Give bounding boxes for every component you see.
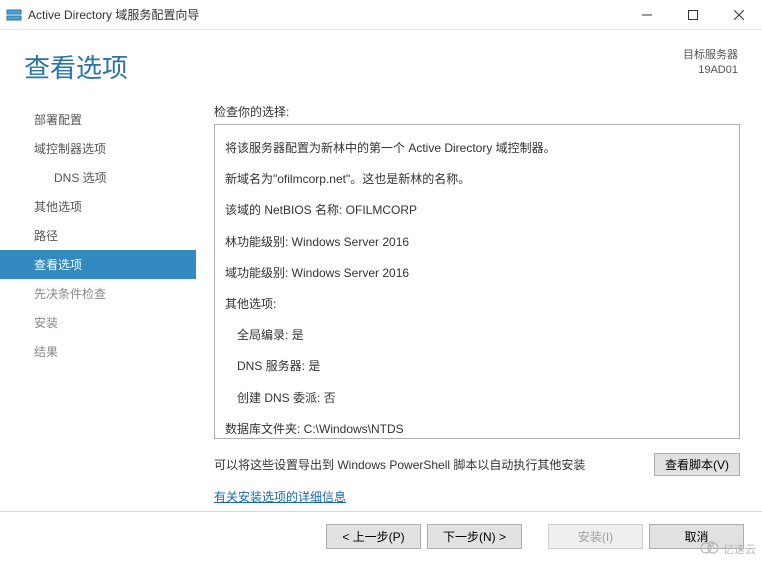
maximize-button[interactable] (670, 0, 716, 30)
header: 查看选项 目标服务器 19AD01 (0, 30, 762, 95)
minimize-button[interactable] (624, 0, 670, 30)
target-server-value: 19AD01 (683, 63, 738, 78)
sidebar-item-dns-options[interactable]: DNS 选项 (0, 163, 196, 192)
review-line: 创建 DNS 委派: 否 (225, 383, 729, 414)
close-button[interactable] (716, 0, 762, 30)
review-line: 将该服务器配置为新林中的第一个 Active Directory 域控制器。 (225, 133, 729, 164)
sidebar-item-other-options[interactable]: 其他选项 (0, 192, 196, 221)
review-line: 新域名为"ofilmcorp.net"。这也是新林的名称。 (225, 164, 729, 195)
next-button[interactable]: 下一步(N) > (427, 524, 522, 549)
sidebar-item-dc-options[interactable]: 域控制器选项 (0, 134, 196, 163)
watermark-icon (699, 540, 721, 557)
sidebar-item-deployment[interactable]: 部署配置 (0, 105, 196, 134)
review-line: 数据库文件夹: C:\Windows\NTDS (225, 414, 729, 439)
view-script-button[interactable]: 查看脚本(V) (654, 453, 740, 476)
target-server-label: 目标服务器 (683, 48, 738, 63)
review-line: 全局编录: 是 (225, 320, 729, 351)
review-label: 检查你的选择: (214, 103, 740, 120)
sidebar-item-paths[interactable]: 路径 (0, 221, 196, 250)
titlebar: Active Directory 域服务配置向导 (0, 0, 762, 30)
wizard-body: 部署配置 域控制器选项 DNS 选项 其他选项 路径 查看选项 先决条件检查 安… (0, 95, 762, 505)
review-line: 该域的 NetBIOS 名称: OFILMCORP (225, 195, 729, 226)
content-pane: 检查你的选择: 将该服务器配置为新林中的第一个 Active Directory… (196, 95, 762, 505)
sidebar-item-review[interactable]: 查看选项 (0, 250, 196, 279)
export-text: 可以将这些设置导出到 Windows PowerShell 脚本以自动执行其他安… (214, 456, 654, 473)
server-manager-icon (6, 9, 22, 21)
export-row: 可以将这些设置导出到 Windows PowerShell 脚本以自动执行其他安… (214, 439, 740, 484)
page-title: 查看选项 (24, 48, 683, 85)
window-title: Active Directory 域服务配置向导 (28, 6, 624, 23)
review-line: DNS 服务器: 是 (225, 351, 729, 382)
previous-button[interactable]: < 上一步(P) (326, 524, 421, 549)
review-line: 林功能级别: Windows Server 2016 (225, 227, 729, 258)
review-line: 域功能级别: Windows Server 2016 (225, 258, 729, 289)
sidebar-item-results: 结果 (0, 337, 196, 366)
review-line: 其他选项: (225, 289, 729, 320)
sidebar-item-install: 安装 (0, 308, 196, 337)
watermark-text: 亿速云 (723, 541, 756, 557)
more-info-link[interactable]: 有关安装选项的详细信息 (214, 488, 740, 505)
footer-buttons: < 上一步(P) 下一步(N) > 安装(I) 取消 (0, 511, 762, 561)
review-textbox[interactable]: 将该服务器配置为新林中的第一个 Active Directory 域控制器。 新… (214, 124, 740, 439)
install-button: 安装(I) (548, 524, 643, 549)
wizard-steps-sidebar: 部署配置 域控制器选项 DNS 选项 其他选项 路径 查看选项 先决条件检查 安… (0, 95, 196, 505)
target-server-info: 目标服务器 19AD01 (683, 48, 738, 79)
watermark: 亿速云 (699, 540, 756, 557)
sidebar-item-prereq: 先决条件检查 (0, 279, 196, 308)
